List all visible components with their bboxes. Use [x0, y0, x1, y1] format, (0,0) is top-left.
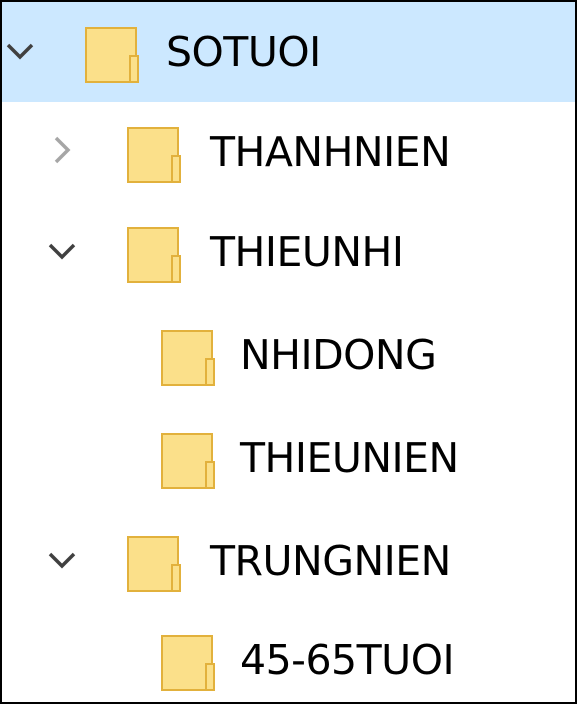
- tree-item-label: THANHNIEN: [210, 128, 451, 176]
- tree-item-thanhnien[interactable]: THANHNIEN: [2, 102, 575, 202]
- chevron-down-icon[interactable]: [42, 230, 82, 270]
- folder-icon: [158, 327, 220, 389]
- chevron-down-icon[interactable]: [2, 30, 40, 70]
- tree-item-thieunhi[interactable]: THIEUNHI: [2, 202, 575, 302]
- folder-icon: [124, 124, 186, 186]
- folder-icon: [82, 24, 144, 86]
- tree-item-label: THIEUNHI: [210, 228, 404, 276]
- chevron-right-icon[interactable]: [42, 130, 82, 170]
- tree-item-label: 45-65TUOI: [240, 636, 455, 684]
- chevron-down-icon[interactable]: [42, 539, 82, 579]
- folder-icon: [124, 533, 186, 595]
- tree-item-label: THIEUNIEN: [240, 434, 459, 482]
- tree-item-45-65tuoi[interactable]: 45-65TUOI: [2, 610, 575, 702]
- folder-tree-pane: SOTUOI THANHNIEN THIEUNHI NHIDONG THIEUN…: [0, 0, 577, 704]
- tree-item-label: NHIDONG: [240, 331, 437, 379]
- tree-item-trungnien[interactable]: TRUNGNIEN: [2, 511, 575, 611]
- tree-item-sotuoi[interactable]: SOTUOI: [2, 2, 575, 102]
- tree-item-label: SOTUOI: [166, 28, 321, 76]
- folder-icon: [158, 632, 220, 694]
- tree-item-thieunien[interactable]: THIEUNIEN: [2, 408, 575, 508]
- tree-item-nhidong[interactable]: NHIDONG: [2, 305, 575, 405]
- folder-icon: [158, 430, 220, 492]
- tree-item-label: TRUNGNIEN: [210, 537, 451, 585]
- folder-icon: [124, 224, 186, 286]
